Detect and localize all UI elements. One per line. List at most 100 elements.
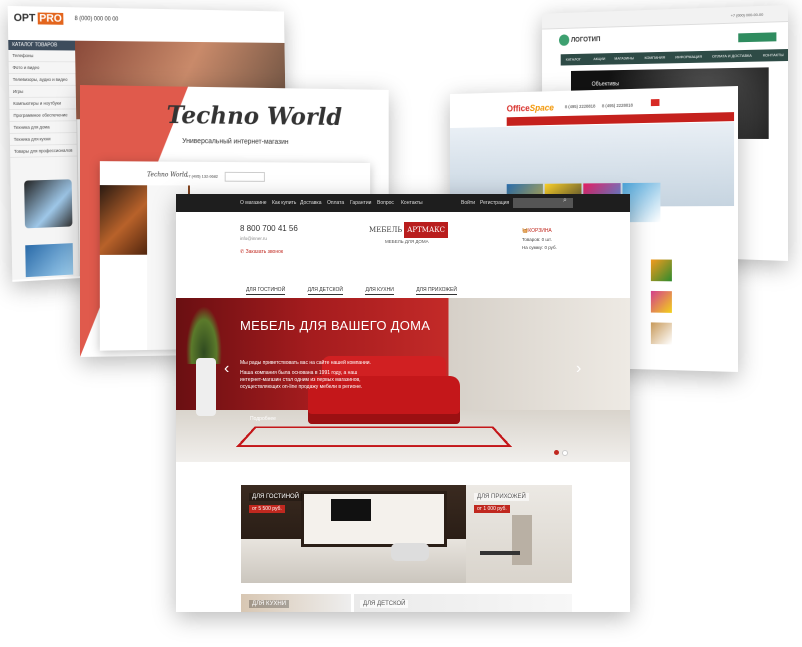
inner-phone: +7 (495) 132-0682 (186, 173, 218, 179)
shop-action-button[interactable] (738, 32, 777, 43)
top-nav-item[interactable]: Контакты (401, 200, 423, 206)
category-tile-kitchen[interactable]: ДЛЯ КУХНИ (241, 594, 351, 612)
tile-label: ДЛЯ ПРИХОЖЕЙ (474, 493, 529, 501)
category-menu: ДЛЯ ГОСТИНОЙ ДЛЯ ДЕТСКОЙ ДЛЯ КУХНИ ДЛЯ П… (246, 278, 475, 296)
slider-next-icon[interactable]: › (576, 360, 581, 378)
artmaks-screenshot: О магазине Как купить Доставка Оплата Га… (176, 194, 630, 612)
top-nav-item[interactable]: Гарантии (350, 200, 371, 206)
plant-vase (196, 358, 216, 416)
top-nav-item[interactable]: Доставка (300, 200, 321, 206)
main-nav: КАТАЛОГ АКЦИИ МАГАЗИНЫ КОМПАНИЯ ИНФОРМАЦ… (560, 49, 788, 66)
login-link[interactable]: Войти (461, 200, 475, 206)
menu-item-hallway[interactable]: ДЛЯ ПРИХОЖЕЙ (416, 287, 457, 295)
logo-icon (558, 34, 570, 46)
cart-count: Товаров: 0 шт. (522, 237, 552, 242)
top-bar (542, 5, 788, 30)
nav-item[interactable]: ИНФОРМАЦИЯ (675, 54, 702, 59)
nav-item[interactable]: КАТАЛОГ (566, 57, 581, 62)
catalog-item[interactable]: Товары для профессионалов (10, 144, 77, 158)
slider-prev-icon[interactable]: ‹ (224, 360, 229, 378)
cart-title: 🧺КОРЗИНА (522, 228, 557, 234)
supplies-image[interactable] (650, 290, 672, 313)
top-nav-item[interactable]: Как купить (272, 200, 296, 206)
hero-rug (235, 426, 513, 448)
nav-item[interactable]: ОПЛАТА И ДОСТАВКА (712, 53, 752, 59)
register-link[interactable]: Регистрация (480, 200, 509, 206)
logo-tagline: МЕБЕЛЬ ДЛЯ ДОМА (385, 239, 429, 244)
logo-wordmark: МЕБЕЛЬ АРТМАКС (369, 222, 449, 238)
pencils-image[interactable] (650, 259, 672, 282)
product-tablet-image[interactable] (25, 243, 74, 278)
catalog-item[interactable]: Программное обеспечение (9, 109, 77, 123)
category-tile-hallway[interactable]: ДЛЯ ПРИХОЖЕЙ от 1 000 руб. (466, 485, 572, 583)
tile-label: ДЛЯ ДЕТСКОЙ (360, 600, 409, 608)
office-phone: 8 (495) 2228818 (564, 103, 596, 110)
techno-subtitle: Универсальный интернет-магазин (182, 138, 289, 146)
top-nav-bar: О магазине Как купить Доставка Оплата Га… (176, 194, 630, 212)
more-link[interactable]: Подробнее (250, 416, 276, 422)
logo-text: OPT (13, 12, 36, 25)
shop-phone: +7 (000) 000-00-00 (730, 11, 764, 18)
logo-accent: Space (529, 102, 554, 113)
slider-dot[interactable] (562, 450, 568, 456)
logo-main: Office (506, 103, 530, 114)
tv-image (331, 499, 371, 521)
tile-price: от 1 000 руб. (474, 505, 510, 513)
tile-label: ДЛЯ ГОСТИНОЙ (249, 493, 303, 501)
callback-link[interactable]: ✆ Заказать звонок (240, 249, 283, 255)
hero-greeting: Мы рады приветствовать вас на сайте наше… (240, 360, 371, 366)
catalog-item[interactable]: Телевизоры, аудио и видео (8, 73, 76, 86)
office-logo[interactable]: OfficeSpace (507, 103, 554, 114)
opt-pro-logo[interactable]: OPT PRO (14, 12, 64, 25)
nav-item[interactable]: МАГАЗИНЫ (614, 55, 634, 60)
header-phone: 8 800 700 41 56 (240, 224, 298, 233)
slider-dot-active[interactable] (554, 450, 559, 455)
office-phone: 8 (495) 2228818 (601, 102, 633, 109)
banner-title: Объективы (591, 81, 620, 88)
header-email[interactable]: info@inner.ru (240, 236, 267, 241)
top-nav-item[interactable]: Вопрос (377, 200, 394, 206)
nav-item[interactable]: АКЦИИ (593, 56, 605, 61)
catalog-item[interactable]: Компьютеры и ноутбуки (9, 97, 77, 110)
cart-label: КОРЗИНА (528, 228, 552, 234)
house-image[interactable] (650, 322, 672, 345)
category-tile-living[interactable]: ДЛЯ ГОСТИНОЙ от 5 500 руб. (241, 485, 469, 583)
menu-item-kitchen[interactable]: ДЛЯ КУХНИ (365, 287, 394, 295)
hero-text: Наша компания была основана в 1991 году,… (240, 370, 363, 390)
search-icon[interactable]: ⌕ (563, 197, 567, 205)
hero-slider: МЕБЕЛЬ ДЛЯ ВАШЕГО ДОМА Мы рады приветств… (176, 298, 630, 462)
callback-label: Заказать звонок (245, 249, 284, 255)
catalog-item[interactable]: Фото и видео (8, 61, 76, 75)
hero-title: МЕБЕЛЬ ДЛЯ ВАШЕГО ДОМА (240, 318, 431, 333)
cart-sum: На сумму: 0 руб. (522, 245, 557, 250)
catalog-item[interactable]: Игры (9, 85, 76, 98)
nav-item[interactable]: КОНТАКТЫ (763, 52, 784, 57)
catalog-item[interactable]: Телефоны (8, 49, 76, 63)
inner-search-input[interactable] (224, 171, 265, 182)
armchair-image (391, 543, 429, 561)
logo-right: АРТМАКС (404, 222, 449, 238)
category-tile-kids[interactable]: ДЛЯ ДЕТСКОЙ (354, 594, 572, 612)
tile-price: от 5 500 руб. (249, 505, 285, 513)
techno-title: Techno World (166, 100, 343, 131)
bench-image (480, 551, 520, 555)
cart-widget[interactable]: 🧺КОРЗИНА Товаров: 0 шт. На сумму: 0 руб. (522, 228, 557, 250)
catalog-item[interactable]: Техника для дома (9, 121, 77, 135)
top-nav-item[interactable]: Оплата (327, 200, 344, 206)
inner-logo[interactable]: Techno World (147, 171, 188, 178)
menu-item-kids[interactable]: ДЛЯ ДЕТСКОЙ (307, 287, 344, 295)
menu-item-living[interactable]: ДЛЯ ГОСТИНОЙ (246, 287, 286, 295)
artmaks-logo[interactable]: МЕБЕЛЬ АРТМАКС МЕБЕЛЬ ДЛЯ ДОМА (369, 222, 449, 244)
logo-left: МЕБЕЛЬ (369, 226, 403, 234)
nav-item[interactable]: КОМПАНИЯ (645, 55, 666, 60)
logo-badge: PRO (37, 12, 64, 25)
plant-leaves (186, 306, 222, 364)
door-image (512, 515, 532, 565)
tile-label: ДЛЯ КУХНИ (249, 600, 290, 608)
catalog-header[interactable]: КАТАЛОГ ТОВАРОВ (8, 39, 76, 51)
tv-wall-unit (301, 491, 447, 547)
top-nav-item[interactable]: О магазине (240, 200, 267, 206)
product-phone-image[interactable] (24, 179, 73, 229)
shop-brand[interactable]: ЛОГОТИП (571, 36, 600, 43)
cart-icon[interactable] (650, 99, 660, 107)
